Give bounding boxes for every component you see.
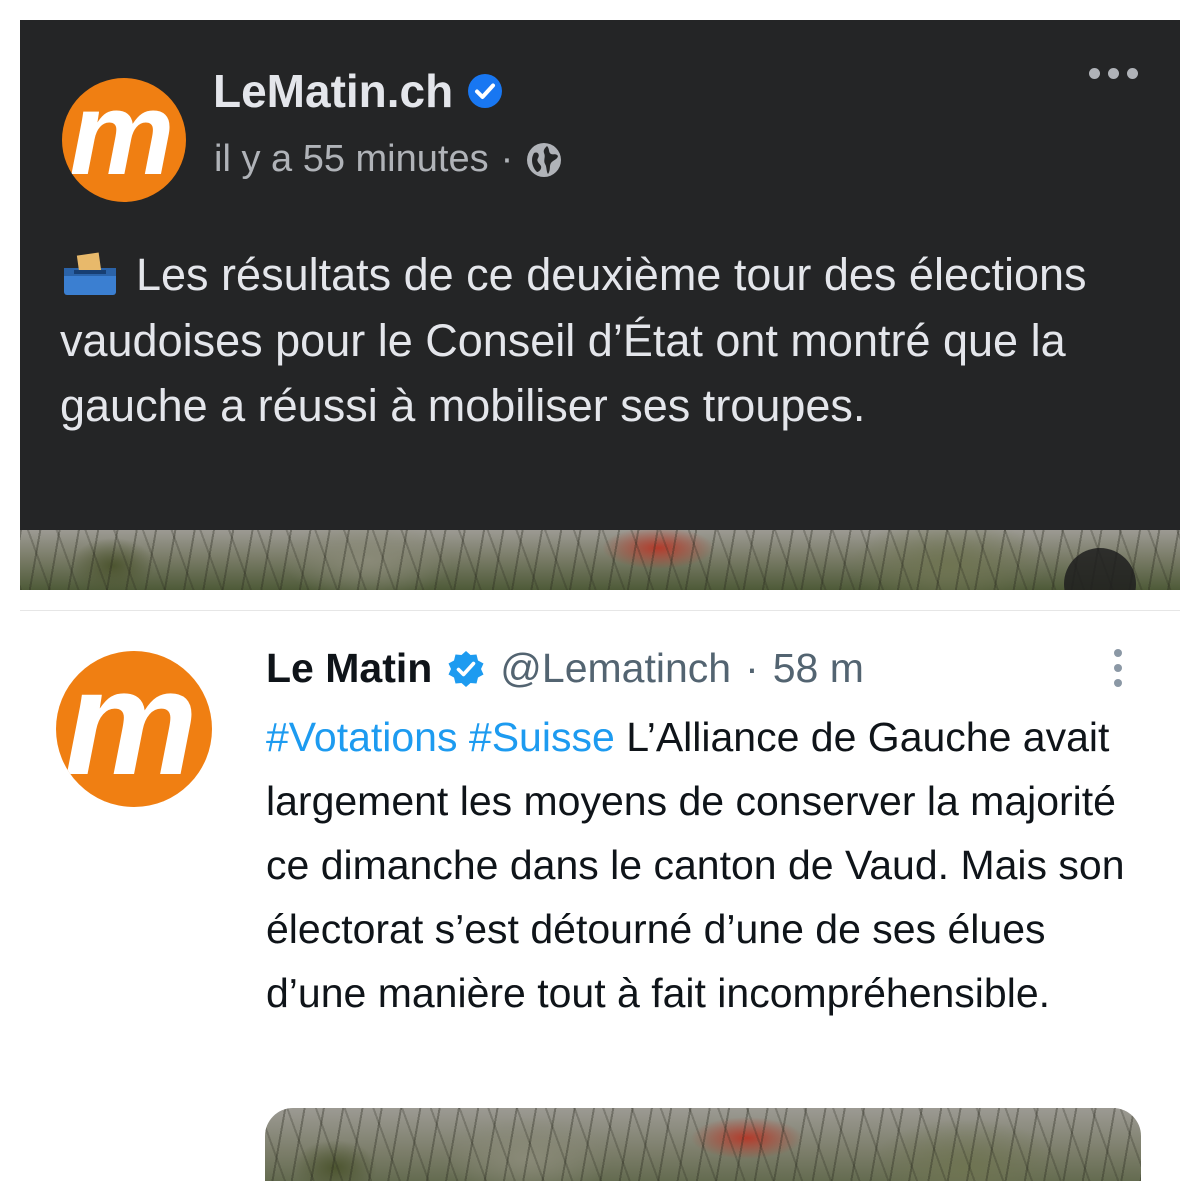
page-name[interactable]: LeMatin.ch bbox=[213, 64, 453, 118]
verified-badge-icon bbox=[448, 650, 484, 687]
lematin-logo: m bbox=[69, 78, 175, 200]
tweet-header: Le Matin @Lematinch · 58 m bbox=[266, 645, 864, 692]
user-handle[interactable]: @Lematinch bbox=[500, 645, 731, 692]
hashtag-votations[interactable]: #Votations bbox=[266, 714, 458, 760]
header-separator: · bbox=[745, 645, 759, 691]
lematin-avatar[interactable]: m bbox=[62, 78, 186, 202]
tweet-time[interactable]: 58 m bbox=[773, 645, 864, 692]
page-name-row: LeMatin.ch bbox=[213, 64, 503, 118]
lematin-logo: m bbox=[64, 651, 197, 806]
post-meta: il y a 55 minutes · bbox=[214, 138, 563, 181]
more-options-icon[interactable] bbox=[1114, 649, 1122, 687]
more-options-icon[interactable] bbox=[1089, 68, 1138, 79]
post-text-block: Les résultats de ce deuxième tour des él… bbox=[60, 242, 1150, 439]
display-name[interactable]: Le Matin bbox=[266, 645, 432, 692]
globe-icon bbox=[527, 142, 562, 177]
hashtag-suisse[interactable]: #Suisse bbox=[469, 714, 615, 760]
meta-separator: · bbox=[500, 138, 514, 180]
ballot-box-icon bbox=[64, 252, 116, 295]
photo-texture bbox=[20, 530, 1180, 590]
post-text: Les résultats de ce deuxième tour des él… bbox=[60, 249, 1087, 431]
facebook-post-card: m LeMatin.ch il y a 55 minutes · Les rés… bbox=[20, 20, 1180, 590]
post-photo[interactable] bbox=[20, 530, 1180, 590]
lematin-avatar[interactable]: m bbox=[56, 651, 212, 807]
post-timestamp[interactable]: il y a 55 minutes bbox=[214, 138, 489, 181]
photo-texture bbox=[265, 1108, 1141, 1181]
verified-badge-icon bbox=[468, 74, 503, 108]
tweet-card: m Le Matin @Lematinch · 58 m #Votations … bbox=[20, 610, 1180, 1181]
tweet-photo[interactable] bbox=[265, 1108, 1141, 1181]
tweet-text-block: #Votations #Suisse L’Alliance de Gauche … bbox=[266, 705, 1146, 1025]
